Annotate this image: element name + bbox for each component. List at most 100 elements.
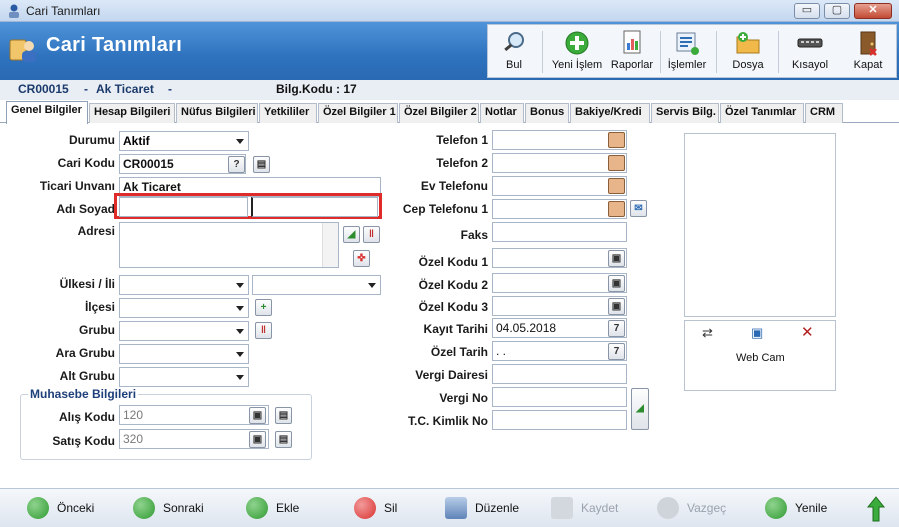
il-select[interactable] (252, 275, 381, 295)
islemler-button[interactable]: İşlemler (664, 25, 710, 77)
scroll-top-button[interactable] (866, 495, 886, 526)
header-title: Cari Tanımları (46, 34, 183, 56)
alis-kodu-label: Alış Kodu (59, 410, 115, 424)
alt-grubu-select[interactable] (119, 367, 249, 387)
ozel-tarih-field[interactable]: . . (492, 341, 627, 361)
phone-icon[interactable] (608, 201, 625, 217)
raporlar-button[interactable]: Raporlar (608, 25, 656, 77)
document-icon[interactable]: ▤ (275, 431, 292, 448)
toolbar-separator (778, 31, 779, 73)
phone-icon[interactable] (608, 132, 625, 148)
map-icon[interactable]: ◢ (343, 226, 360, 243)
kisayol-button[interactable]: Kısayol (784, 25, 836, 77)
ozel-tarih-label: Özel Tarih (430, 345, 488, 359)
lookup-icon[interactable]: ▣ (249, 431, 266, 448)
tab-yetkililer[interactable]: Yetkililer (259, 103, 317, 123)
tab-ozel-bilgiler-1[interactable]: Özel Bilgiler 1 (318, 103, 398, 123)
minimize-button[interactable]: ▭ (794, 3, 820, 19)
phone-icon[interactable] (608, 178, 625, 194)
satis-kodu-label: Satış Kodu (52, 434, 115, 448)
kayit-tarihi-field[interactable]: 04.05.2018 (492, 318, 627, 338)
toolbar-separator (716, 31, 717, 73)
bul-button[interactable]: Bul (492, 25, 536, 77)
ozel-kodu1-field[interactable] (492, 248, 627, 268)
chevron-down-icon (236, 283, 244, 288)
tab-nufus-bilgileri[interactable]: Nüfus Bilgileri (176, 103, 258, 123)
ilce-select[interactable] (119, 298, 249, 318)
vergi-dairesi-label: Vergi Dairesi (415, 368, 488, 382)
onceki-button[interactable]: Önceki (27, 497, 94, 521)
lookup-icon[interactable]: ▣ (608, 275, 625, 292)
vergi-no-field[interactable] (492, 387, 627, 407)
alis-kodu-field[interactable]: 120 (119, 405, 269, 425)
tab-ozel-tanimlar[interactable]: Özel Tanımlar (720, 103, 804, 123)
grubu-select[interactable] (119, 321, 249, 341)
verify-icon[interactable]: ◢ (631, 388, 649, 430)
scrollbar[interactable] (322, 223, 338, 267)
yeni-islem-button[interactable]: Yeni İşlem (548, 25, 606, 77)
ozel-kodu3-label: Özel Kodu 3 (418, 300, 488, 314)
adresi-textarea[interactable] (119, 222, 339, 268)
cari-kodu-field[interactable]: CR00015 (119, 154, 246, 174)
calendar-icon[interactable]: 7 (608, 320, 625, 337)
sonraki-button[interactable]: Sonraki (133, 497, 204, 521)
satis-kodu-field[interactable]: 320 (119, 429, 269, 449)
phone-icon[interactable] (608, 155, 625, 171)
close-window-button[interactable]: ✕ (854, 3, 892, 19)
sms-icon[interactable]: ✉ (630, 200, 647, 217)
tab-hesap-bilgileri[interactable]: Hesap Bilgileri (89, 103, 175, 123)
calendar-icon[interactable]: 7 (608, 343, 625, 360)
tab-bakiye-kredi[interactable]: Bakiye/Kredi (570, 103, 650, 123)
info-separator: - (168, 82, 172, 96)
lookup-icon[interactable]: ▣ (608, 298, 625, 315)
ara-grubu-select[interactable] (119, 344, 249, 364)
pause-icon[interactable]: ‖ (363, 226, 380, 243)
telefon1-field[interactable] (492, 130, 627, 150)
soyad-field[interactable] (251, 197, 378, 217)
photo-box[interactable] (684, 133, 836, 317)
tab-bonus[interactable]: Bonus (525, 103, 569, 123)
ulke-select[interactable] (119, 275, 249, 295)
lookup-icon[interactable]: ▣ (249, 407, 266, 424)
muhasebe-legend: Muhasebe Bilgileri (28, 387, 139, 401)
adresi-label: Adresi (77, 224, 115, 238)
sil-button[interactable]: Sil (354, 497, 397, 521)
add-icon[interactable]: + (255, 299, 272, 316)
camera-icon[interactable]: ▣ (751, 325, 763, 341)
maximize-button[interactable]: ▢ (824, 3, 850, 19)
pin-icon[interactable]: ✜ (353, 250, 370, 267)
lookup-icon[interactable]: ▣ (608, 250, 625, 267)
kaydet-button[interactable]: Kaydet (551, 497, 618, 521)
faks-field[interactable] (492, 222, 627, 242)
dosya-button[interactable]: Dosya (724, 25, 772, 77)
ev-telefonu-field[interactable] (492, 176, 627, 196)
delete-photo-icon[interactable]: ✕ (801, 323, 814, 341)
ozel-kodu2-field[interactable] (492, 273, 627, 293)
tab-crm[interactable]: CRM (805, 103, 843, 123)
document-icon[interactable]: ▤ (275, 407, 292, 424)
tab-notlar[interactable]: Notlar (480, 103, 524, 123)
vazgec-button[interactable]: Vazgeç (657, 497, 726, 521)
adi-field[interactable] (119, 197, 248, 217)
kapat-button[interactable]: Kapat (844, 25, 892, 77)
ekle-button[interactable]: Ekle (246, 497, 299, 521)
tab-ozel-bilgiler-2[interactable]: Özel Bilgiler 2 (399, 103, 479, 123)
ilcesi-label: İlçesi (84, 300, 115, 314)
durumu-select[interactable]: Aktif (119, 131, 249, 151)
telefon2-field[interactable] (492, 153, 627, 173)
pause-icon[interactable]: ‖ (255, 322, 272, 339)
help-button[interactable]: ? (228, 156, 245, 173)
yenile-button[interactable]: Yenile (765, 497, 827, 521)
vergi-dairesi-field[interactable] (492, 364, 627, 384)
ozel-kodu3-field[interactable] (492, 296, 627, 316)
document-icon[interactable]: ▤ (253, 156, 270, 173)
chevron-down-icon (236, 375, 244, 380)
duzenle-button[interactable]: Düzenle (445, 497, 519, 521)
tc-kimlik-field[interactable] (492, 410, 627, 430)
rotate-icon[interactable]: ⇄ (702, 325, 713, 341)
chevron-down-icon (236, 329, 244, 334)
tab-servis-bilg[interactable]: Servis Bilg. (651, 103, 719, 123)
webcam-label[interactable]: Web Cam (736, 352, 785, 364)
cep-telefonu-field[interactable] (492, 199, 627, 219)
tab-genel-bilgiler[interactable]: Genel Bilgiler (6, 101, 88, 124)
